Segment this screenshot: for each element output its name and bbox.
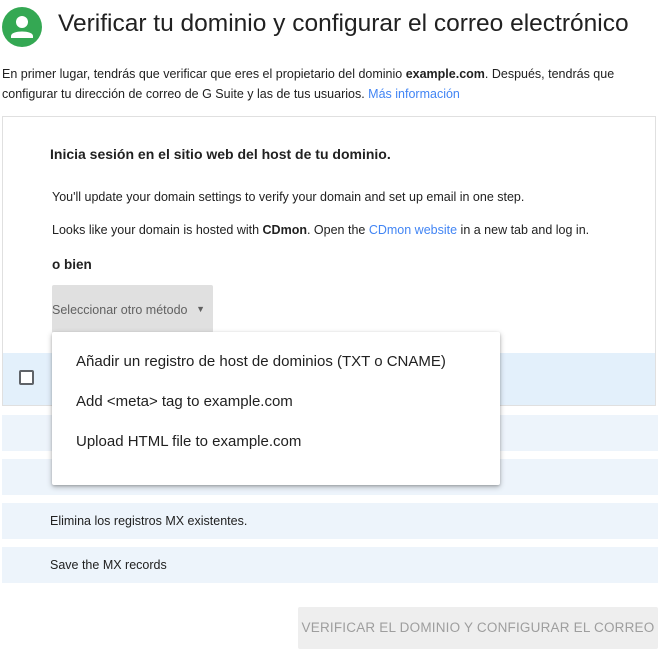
account-avatar-icon <box>2 7 42 47</box>
menu-item-meta-tag[interactable]: Add <meta> tag to example.com <box>76 393 293 410</box>
dropdown-arrow-icon: ▼ <box>196 304 205 314</box>
intro-part1: En primer lugar, tendrás que verificar q… <box>2 67 406 81</box>
or-label: o bien <box>52 257 92 272</box>
intro-domain: example.com <box>405 67 485 81</box>
host-info: Looks like your domain is hosted with CD… <box>52 223 589 237</box>
learn-more-link[interactable]: Más información <box>368 87 460 101</box>
host-website-link[interactable]: CDmon website <box>369 223 457 237</box>
host-info-part3: in a new tab and log in. <box>457 223 590 237</box>
select-method-label: Seleccionar otro método <box>52 303 188 317</box>
host-name: CDmon <box>262 223 307 237</box>
checklist-row-save-mx: Save the MX records <box>2 547 658 583</box>
verify-domain-button[interactable]: VERIFICAR EL DOMINIO Y CONFIGURAR EL COR… <box>298 607 658 649</box>
menu-item-html-file[interactable]: Upload HTML file to example.com <box>76 433 301 450</box>
method-menu: Añadir un registro de host de dominios (… <box>52 332 500 485</box>
host-info-part1: Looks like your domain is hosted with <box>52 223 263 237</box>
step-description: You'll update your domain settings to ve… <box>52 190 525 204</box>
checkbox[interactable] <box>19 370 34 385</box>
step-title: Inicia sesión en el sitio web del host d… <box>50 146 391 162</box>
select-method-dropdown[interactable]: Seleccionar otro método ▼ <box>52 285 213 333</box>
intro-text: En primer lugar, tendrás que verificar q… <box>2 64 662 104</box>
host-info-part2: . Open the <box>306 223 369 237</box>
menu-item-txt-cname[interactable]: Añadir un registro de host de dominios (… <box>76 353 446 370</box>
page-title: Verificar tu dominio y configurar el cor… <box>58 10 629 37</box>
checklist-row-remove-mx: Elimina los registros MX existentes. <box>2 503 658 539</box>
